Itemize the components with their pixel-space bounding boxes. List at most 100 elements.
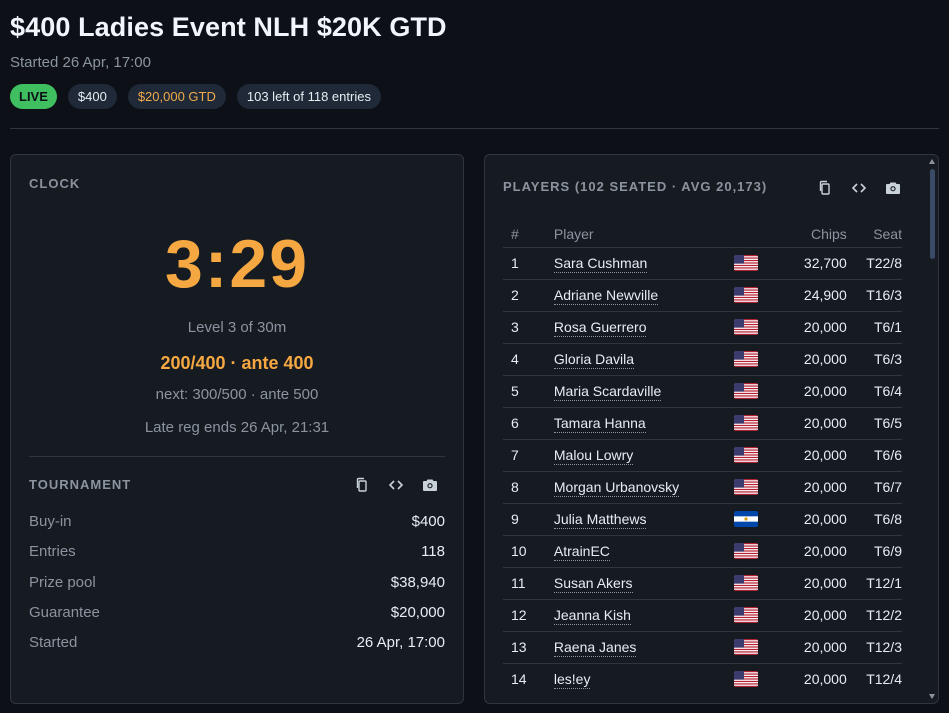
table-row[interactable]: 6 Tamara Hanna 20,000 T6/5 xyxy=(503,406,902,439)
col-seat-header[interactable]: Seat xyxy=(847,225,902,247)
col-player-header[interactable]: Player xyxy=(554,225,734,247)
us-flag-icon xyxy=(733,406,773,439)
info-value: $38,940 xyxy=(390,573,445,591)
col-num-header[interactable]: # xyxy=(503,225,554,247)
table-row[interactable]: 9 Julia Matthews 20,000 T6/8 xyxy=(503,502,902,535)
clock-time: 3:29 xyxy=(164,226,310,302)
player-seat: T12/4 xyxy=(846,662,902,695)
player-name-link[interactable]: Raena Janes xyxy=(553,639,637,657)
clock-panel: CLOCK 3:29 Level 3 of 30m 200/400 · ante… xyxy=(10,154,464,704)
blinds-text: 200/400 · ante 400 xyxy=(160,353,314,373)
badge-row: LIVE $400 $20,000 GTD 103 left of 118 en… xyxy=(10,84,939,109)
player-name-link[interactable]: Morgan Urbanovsky xyxy=(553,479,680,497)
player-name-cell: les!ey xyxy=(553,662,734,695)
scroll-down-icon[interactable] xyxy=(929,694,935,699)
info-value: 26 Apr, 17:00 xyxy=(356,634,445,652)
table-row[interactable]: 3 Rosa Guerrero 20,000 T6/1 xyxy=(503,310,902,343)
level-text: Level 3 of 30m xyxy=(187,319,287,336)
table-row[interactable]: 10 AtrainEC 20,000 T6/9 xyxy=(503,534,902,567)
player-name-link[interactable]: Susan Akers xyxy=(553,575,633,593)
player-name-link[interactable]: Maria Scardaville xyxy=(553,383,662,401)
info-value: $400 xyxy=(411,513,445,530)
player-name-cell: Rosa Guerrero xyxy=(553,310,734,343)
table-row[interactable]: 5 Maria Scardaville 20,000 T6/4 xyxy=(503,374,902,407)
player-name-link[interactable]: Sara Cushman xyxy=(553,255,648,273)
players-table: # Player Chips Seat 1 Sara Cushman 32,700 T… xyxy=(503,225,902,695)
us-flag-icon xyxy=(733,630,773,663)
entries-badge: 103 left of 118 entries xyxy=(236,84,381,109)
player-name-link[interactable]: Jeanna Kish xyxy=(553,607,631,625)
col-chips-header[interactable]: Chips xyxy=(773,225,847,247)
players-tbody: 1 Sara Cushman 32,700 T22/8 2 Adriane Newvill… xyxy=(503,246,902,695)
scroll-thumb[interactable] xyxy=(930,169,935,259)
copy-icon[interactable] xyxy=(353,476,371,494)
table-row[interactable]: 1 Sara Cushman 32,700 T22/8 xyxy=(503,246,902,279)
copy-icon[interactable] xyxy=(816,179,834,197)
player-chips: 20,000 xyxy=(773,662,847,695)
info-value: 118 xyxy=(421,543,445,561)
table-header-row: # Player Chips Seat xyxy=(503,225,902,247)
players-scrollbar[interactable] xyxy=(929,159,936,699)
player-name-link[interactable]: Gloria Davila xyxy=(553,351,635,369)
scroll-up-icon[interactable] xyxy=(929,159,935,164)
table-row[interactable]: 12 Jeanna Kish 20,000 T12/2 xyxy=(503,598,902,631)
player-name-link[interactable]: Malou Lowry xyxy=(553,447,634,465)
player-name-link[interactable]: Adriane Newville xyxy=(553,287,659,305)
camera-icon[interactable] xyxy=(421,476,439,494)
us-flag-icon xyxy=(733,566,773,599)
table-row[interactable]: 13 Raena Janes 20,000 T12/3 xyxy=(503,630,902,663)
player-seat: T6/8 xyxy=(846,502,902,535)
guarantee-badge: $20,000 GTD xyxy=(127,84,226,109)
player-chips: 20,000 xyxy=(773,438,847,471)
info-key: Guarantee xyxy=(29,603,100,621)
us-flag-icon xyxy=(733,278,773,311)
player-name-cell: Tamara Hanna xyxy=(553,406,734,439)
player-chips: 20,000 xyxy=(773,342,847,375)
code-icon[interactable] xyxy=(850,179,868,197)
info-key: Entries xyxy=(29,543,76,561)
player-name-cell: Jeanna Kish xyxy=(553,598,734,631)
page-header: $400 Ladies Event NLH $20K GTD Started 2… xyxy=(10,10,939,109)
player-name-cell: Sara Cushman xyxy=(553,246,734,279)
player-chips: 20,000 xyxy=(773,470,847,503)
us-flag-icon xyxy=(733,246,773,279)
player-chips: 20,000 xyxy=(773,374,847,407)
info-row-started: Started 26 Apr, 17:00 xyxy=(29,633,445,663)
col-flag-header xyxy=(734,225,773,247)
player-rank: 11 xyxy=(503,566,554,599)
player-rank: 7 xyxy=(503,438,554,471)
player-chips: 20,000 xyxy=(773,534,847,567)
us-flag-icon xyxy=(733,438,773,471)
info-row-guarantee: Guarantee $20,000 xyxy=(29,603,445,633)
player-rank: 13 xyxy=(503,630,554,663)
us-flag-icon xyxy=(733,534,773,567)
info-value: $20,000 xyxy=(390,603,445,621)
player-name-link[interactable]: Rosa Guerrero xyxy=(553,319,647,337)
next-level-text: next: 300/500 · ante 500 xyxy=(155,386,319,403)
player-name-link[interactable]: les!ey xyxy=(553,671,591,690)
player-chips: 20,000 xyxy=(773,406,847,439)
camera-icon[interactable] xyxy=(884,179,902,197)
table-row[interactable]: 14 les!ey 20,000 T12/4 xyxy=(503,662,902,695)
player-rank: 2 xyxy=(503,278,554,311)
player-seat: T6/5 xyxy=(846,406,902,439)
player-name-link[interactable]: AtrainEC xyxy=(553,543,610,561)
us-flag-icon xyxy=(733,310,773,343)
code-icon[interactable] xyxy=(387,476,405,494)
player-name-link[interactable]: Tamara Hanna xyxy=(553,415,646,433)
player-rank: 9 xyxy=(503,502,554,535)
table-row[interactable]: 2 Adriane Newville 24,900 T16/3 xyxy=(503,278,902,311)
player-chips: 20,000 xyxy=(773,566,847,599)
player-name-link[interactable]: Julia Matthews xyxy=(553,511,647,529)
clock-divider xyxy=(29,456,445,457)
player-name-cell: Gloria Davila xyxy=(553,342,734,375)
header-divider xyxy=(10,128,939,129)
player-chips: 20,000 xyxy=(773,598,847,631)
table-row[interactable]: 7 Malou Lowry 20,000 T6/6 xyxy=(503,438,902,471)
table-row[interactable]: 11 Susan Akers 20,000 T12/1 xyxy=(503,566,902,599)
player-seat: T12/2 xyxy=(846,598,902,631)
table-row[interactable]: 4 Gloria Davila 20,000 T6/3 xyxy=(503,342,902,375)
player-rank: 4 xyxy=(503,342,554,375)
started-text: Started 26 Apr, 17:00 xyxy=(10,54,151,71)
table-row[interactable]: 8 Morgan Urbanovsky 20,000 T6/7 xyxy=(503,470,902,503)
